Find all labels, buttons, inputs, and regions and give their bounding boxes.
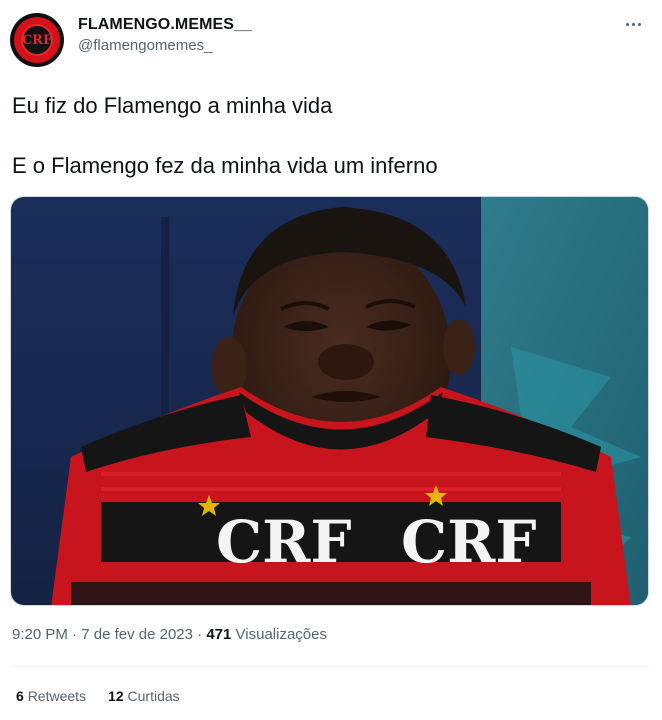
retweets-count: 6 xyxy=(16,688,24,704)
likes-count: 12 xyxy=(108,688,124,704)
meta-separator: · xyxy=(72,626,78,643)
tweet-line-2: E o Flamengo fez da minha vida um infern… xyxy=(12,153,438,178)
tweet-header: CRF FLAMENGO.MEMES__ @flamengomemes_ xyxy=(10,10,652,70)
tweet-line-1: Eu fiz do Flamengo a minha vida xyxy=(12,93,333,118)
divider xyxy=(12,666,650,667)
views-label: Visualizações xyxy=(235,626,327,643)
avatar[interactable]: CRF xyxy=(10,13,64,67)
display-name[interactable]: FLAMENGO.MEMES__ xyxy=(78,16,252,34)
author-names: FLAMENGO.MEMES__ @flamengomemes_ xyxy=(78,16,252,54)
likes-stat[interactable]: 12 Curtidas xyxy=(108,688,180,704)
tweet-image[interactable]: CRF CRF xyxy=(10,196,649,606)
handle[interactable]: @flamengomemes_ xyxy=(78,37,252,54)
dot xyxy=(625,22,629,26)
views-count: 471 xyxy=(206,626,232,643)
tweet-date[interactable]: 7 de fev de 2023 xyxy=(81,626,193,643)
more-horizontal-icon[interactable] xyxy=(618,14,648,34)
dot xyxy=(637,22,641,26)
tweet-text: Eu fiz do Flamengo a minha vida E o Flam… xyxy=(12,92,642,180)
crest-right: CRF xyxy=(401,508,537,576)
tweet-meta: 9:20 PM · 7 de fev de 2023 · 471 Visuali… xyxy=(12,626,327,643)
retweets-stat[interactable]: 6 Retweets xyxy=(16,688,86,704)
crest-left: CRF xyxy=(216,508,352,576)
avatar-ring: CRF xyxy=(14,17,60,63)
avatar-crest: CRF xyxy=(21,24,53,56)
dot xyxy=(631,22,635,26)
tweet-stats: 6 Retweets 12 Curtidas xyxy=(16,688,180,704)
likes-label: Curtidas xyxy=(127,688,180,704)
tweet-time[interactable]: 9:20 PM xyxy=(12,626,68,643)
retweets-label: Retweets xyxy=(27,688,87,704)
meme-image: CRF CRF xyxy=(11,197,648,605)
meta-separator: · xyxy=(197,626,203,643)
